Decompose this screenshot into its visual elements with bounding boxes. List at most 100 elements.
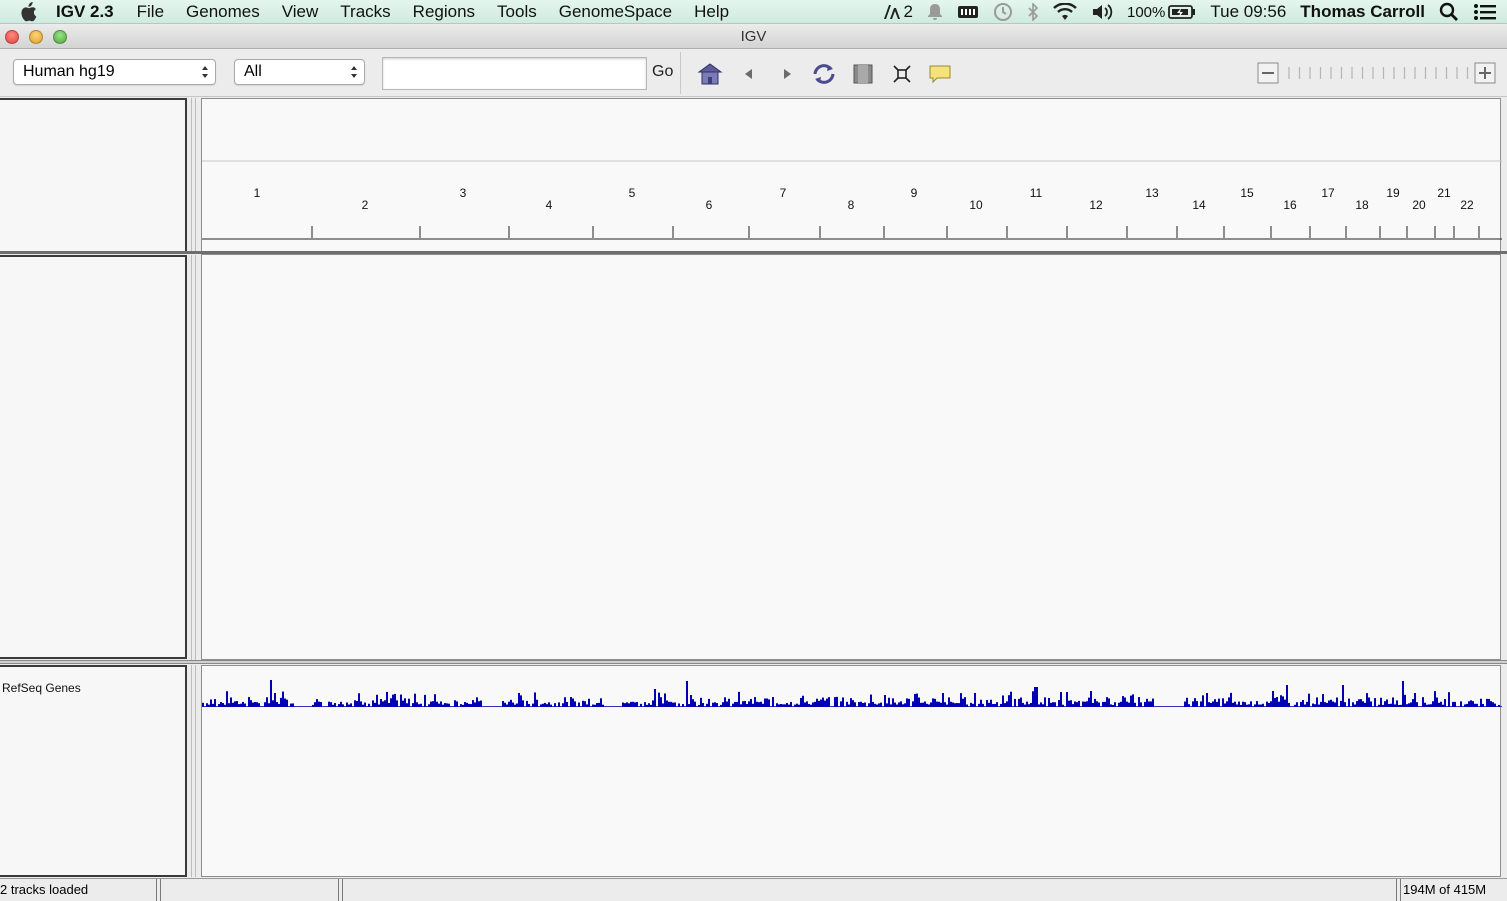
- chromosome-ruler-panel[interactable]: 1 2 3 4 5 6 7 8 9 10 11 12 13 14 15 16 17 18 19 20 21 22: [201, 98, 1502, 254]
- chromosome-select[interactable]: All: [234, 59, 365, 85]
- gene-density-bar: [410, 706, 412, 707]
- bluetooth-icon[interactable]: [1027, 3, 1039, 21]
- gene-density-bar: [418, 704, 420, 707]
- track-name-refseq-genes[interactable]: RefSeq Genes: [2, 681, 81, 695]
- chromosome-label[interactable]: 3: [460, 186, 467, 200]
- gene-density-bar: [964, 697, 966, 707]
- clock[interactable]: Tue 09:56: [1210, 2, 1286, 22]
- menu-genomes[interactable]: Genomes: [186, 2, 260, 22]
- chromosome-label[interactable]: 16: [1283, 198, 1297, 212]
- menu-view[interactable]: View: [282, 2, 319, 22]
- name-attribute-divider[interactable]: [191, 255, 196, 660]
- resize-to-window-button[interactable]: [889, 62, 915, 86]
- home-button[interactable]: [697, 62, 723, 86]
- chromosome-label[interactable]: 17: [1321, 186, 1335, 200]
- menu-genomespace[interactable]: GenomeSpace: [559, 2, 672, 22]
- zoom-in-icon[interactable]: [1474, 62, 1496, 84]
- zoom-out-icon[interactable]: [1257, 62, 1279, 84]
- forward-button[interactable]: [774, 62, 800, 86]
- apple-icon[interactable]: [0, 1, 56, 22]
- panel-divider[interactable]: [0, 660, 1507, 664]
- chromosome-label[interactable]: 13: [1145, 186, 1159, 200]
- gene-density-bar: [1022, 702, 1024, 707]
- chromosome-label[interactable]: 10: [969, 198, 983, 212]
- chromosome-label[interactable]: 6: [706, 198, 713, 212]
- gene-density-bar: [746, 704, 748, 707]
- chromosome-label[interactable]: 21: [1437, 186, 1451, 200]
- name-attribute-divider[interactable]: [191, 98, 196, 253]
- chromosome-label[interactable]: 19: [1386, 186, 1400, 200]
- menu-help[interactable]: Help: [694, 2, 729, 22]
- chromosome-label[interactable]: 15: [1240, 186, 1254, 200]
- chromosome-label[interactable]: 2: [362, 198, 369, 212]
- gene-density-bar: [284, 698, 286, 707]
- list-icon[interactable]: [1473, 2, 1497, 22]
- battery-status[interactable]: 100%: [1127, 4, 1196, 21]
- wifi-icon[interactable]: [1053, 3, 1077, 21]
- gene-density-bar: [1432, 701, 1434, 707]
- feature-data-panel[interactable]: [201, 254, 1501, 660]
- chromosome-label[interactable]: 8: [848, 198, 855, 212]
- gene-density-bar: [1186, 697, 1188, 707]
- gene-density-bar: [1474, 703, 1476, 707]
- gene-density-bar: [646, 704, 648, 707]
- gene-density-bar: [304, 706, 306, 707]
- gene-density-bar: [1056, 706, 1058, 707]
- time-machine-icon[interactable]: [993, 2, 1013, 22]
- gene-density-bar: [1316, 697, 1318, 707]
- chromosome-label[interactable]: 12: [1089, 198, 1103, 212]
- popup-text-button[interactable]: [927, 62, 953, 86]
- chromosome-label[interactable]: 7: [780, 186, 787, 200]
- refseq-genes-density-track[interactable]: [202, 666, 1502, 878]
- menu-file[interactable]: File: [137, 2, 164, 22]
- chromosome-label[interactable]: 18: [1355, 198, 1369, 212]
- gene-density-bar: [972, 703, 974, 707]
- chromosome-label[interactable]: 1: [254, 186, 261, 200]
- adobe-status[interactable]: 2: [883, 2, 913, 22]
- chromosome-label[interactable]: 5: [629, 186, 636, 200]
- chromosome-label[interactable]: 22: [1460, 198, 1474, 212]
- gene-density-bar: [1348, 698, 1350, 707]
- genome-select[interactable]: Human hg19: [13, 59, 216, 85]
- chromosome-label[interactable]: 11: [1030, 186, 1043, 200]
- locus-search-input[interactable]: [382, 57, 647, 90]
- chromosome-label[interactable]: 20: [1412, 198, 1426, 212]
- menu-tracks[interactable]: Tracks: [340, 2, 390, 22]
- gene-density-bar: [790, 701, 792, 707]
- gene-density-bar: [848, 704, 850, 707]
- gene-density-bar: [650, 704, 652, 707]
- battery-bar-icon[interactable]: [957, 4, 979, 20]
- chromosome-label[interactable]: 9: [911, 186, 918, 200]
- gene-track-data-panel[interactable]: [201, 665, 1502, 878]
- app-menu[interactable]: IGV 2.3: [56, 2, 114, 22]
- user-menu[interactable]: Thomas Carroll: [1300, 2, 1425, 22]
- gene-density-bar: [552, 706, 554, 707]
- spotlight-icon[interactable]: [1439, 2, 1459, 22]
- define-region-button[interactable]: [850, 62, 876, 86]
- gene-density-bar: [990, 699, 992, 707]
- gene-density-bar: [1318, 704, 1320, 707]
- gene-density-bar: [1222, 698, 1224, 707]
- gene-density-bar: [880, 702, 882, 707]
- chromosome-ruler[interactable]: 12345678910111213141516171819202122: [202, 99, 1502, 254]
- forward-icon: [784, 69, 791, 79]
- chromosome-label[interactable]: 14: [1192, 198, 1206, 212]
- gene-density-bar: [812, 702, 814, 707]
- zoom-slider[interactable]: [1288, 67, 1469, 79]
- refresh-button[interactable]: [811, 62, 837, 86]
- gene-density-bar: [214, 699, 216, 707]
- gene-density-bar: [1456, 706, 1458, 707]
- menu-tools[interactable]: Tools: [497, 2, 537, 22]
- notification-icon[interactable]: [927, 3, 943, 21]
- chromosome-label[interactable]: 4: [546, 198, 553, 212]
- gene-density-bar: [602, 704, 604, 707]
- back-button[interactable]: [736, 62, 762, 86]
- menu-regions[interactable]: Regions: [413, 2, 475, 22]
- gene-density-bar: [1144, 701, 1146, 707]
- volume-icon[interactable]: [1091, 3, 1113, 21]
- gene-density-bar: [1312, 703, 1314, 707]
- gene-density-bar: [1198, 706, 1200, 707]
- go-button[interactable]: Go: [652, 63, 673, 81]
- gene-density-bar: [1410, 702, 1412, 707]
- name-attribute-divider[interactable]: [191, 665, 196, 877]
